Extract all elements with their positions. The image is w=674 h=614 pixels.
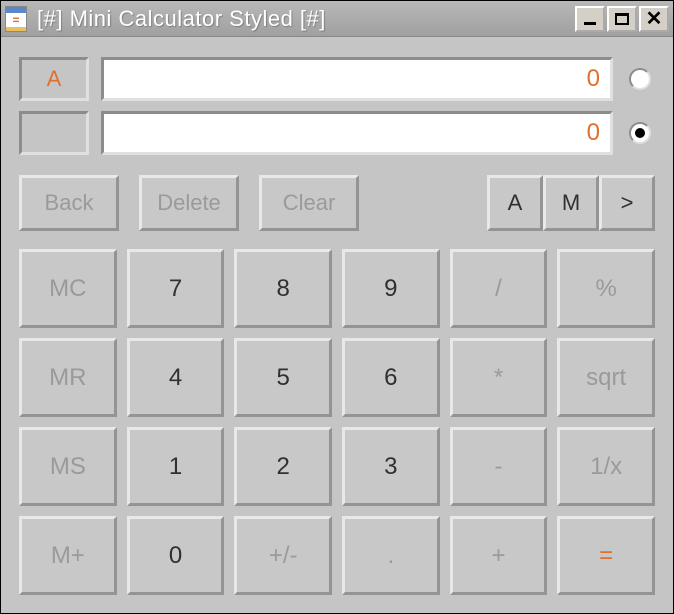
subtract-button[interactable]: - <box>450 427 548 506</box>
mode-a-button[interactable]: A <box>487 175 543 231</box>
display-area: A 0 0 <box>19 57 655 155</box>
digit-7-button[interactable]: 7 <box>127 249 225 328</box>
control-row: Back Delete Clear A M > <box>19 175 655 231</box>
window-controls: ✕ <box>575 6 669 32</box>
titlebar[interactable]: = [#] Mini Calculator Styled [#] ✕ <box>1 1 673 37</box>
digit-9-button[interactable]: 9 <box>342 249 440 328</box>
maximize-button[interactable] <box>607 6 637 32</box>
multiply-button[interactable]: * <box>450 338 548 417</box>
decimal-button[interactable]: . <box>342 516 440 595</box>
clear-button[interactable]: Clear <box>259 175 359 231</box>
inverse-button[interactable]: 1/x <box>557 427 655 506</box>
keypad: MC 7 8 9 / % MR 4 5 6 * sqrt MS 1 2 3 - … <box>19 249 655 595</box>
display-a-label: A <box>19 57 89 101</box>
back-button[interactable]: Back <box>19 175 119 231</box>
app-icon: = <box>5 6 27 32</box>
mplus-button[interactable]: M+ <box>19 516 117 595</box>
digit-4-button[interactable]: 4 <box>127 338 225 417</box>
display-b-radio[interactable] <box>629 122 651 144</box>
digit-2-button[interactable]: 2 <box>234 427 332 506</box>
equals-button[interactable]: = <box>557 516 655 595</box>
app-window: = [#] Mini Calculator Styled [#] ✕ A 0 0… <box>0 0 674 614</box>
sign-button[interactable]: +/- <box>234 516 332 595</box>
digit-3-button[interactable]: 3 <box>342 427 440 506</box>
display-a-value[interactable]: 0 <box>101 57 613 101</box>
digit-6-button[interactable]: 6 <box>342 338 440 417</box>
digit-8-button[interactable]: 8 <box>234 249 332 328</box>
digit-1-button[interactable]: 1 <box>127 427 225 506</box>
display-a-radio[interactable] <box>629 68 651 90</box>
client-area: A 0 0 Back Delete Clear A M > MC 7 8 9 /… <box>1 37 673 613</box>
mode-m-button[interactable]: M <box>543 175 599 231</box>
digit-0-button[interactable]: 0 <box>127 516 225 595</box>
minimize-button[interactable] <box>575 6 605 32</box>
percent-button[interactable]: % <box>557 249 655 328</box>
add-button[interactable]: + <box>450 516 548 595</box>
sqrt-button[interactable]: sqrt <box>557 338 655 417</box>
digit-5-button[interactable]: 5 <box>234 338 332 417</box>
mc-button[interactable]: MC <box>19 249 117 328</box>
ms-button[interactable]: MS <box>19 427 117 506</box>
divide-button[interactable]: / <box>450 249 548 328</box>
display-b-label <box>19 111 89 155</box>
display-b-value[interactable]: 0 <box>101 111 613 155</box>
window-title: [#] Mini Calculator Styled [#] <box>37 6 575 32</box>
close-button[interactable]: ✕ <box>639 6 669 32</box>
more-button[interactable]: > <box>599 175 655 231</box>
delete-button[interactable]: Delete <box>139 175 239 231</box>
mr-button[interactable]: MR <box>19 338 117 417</box>
